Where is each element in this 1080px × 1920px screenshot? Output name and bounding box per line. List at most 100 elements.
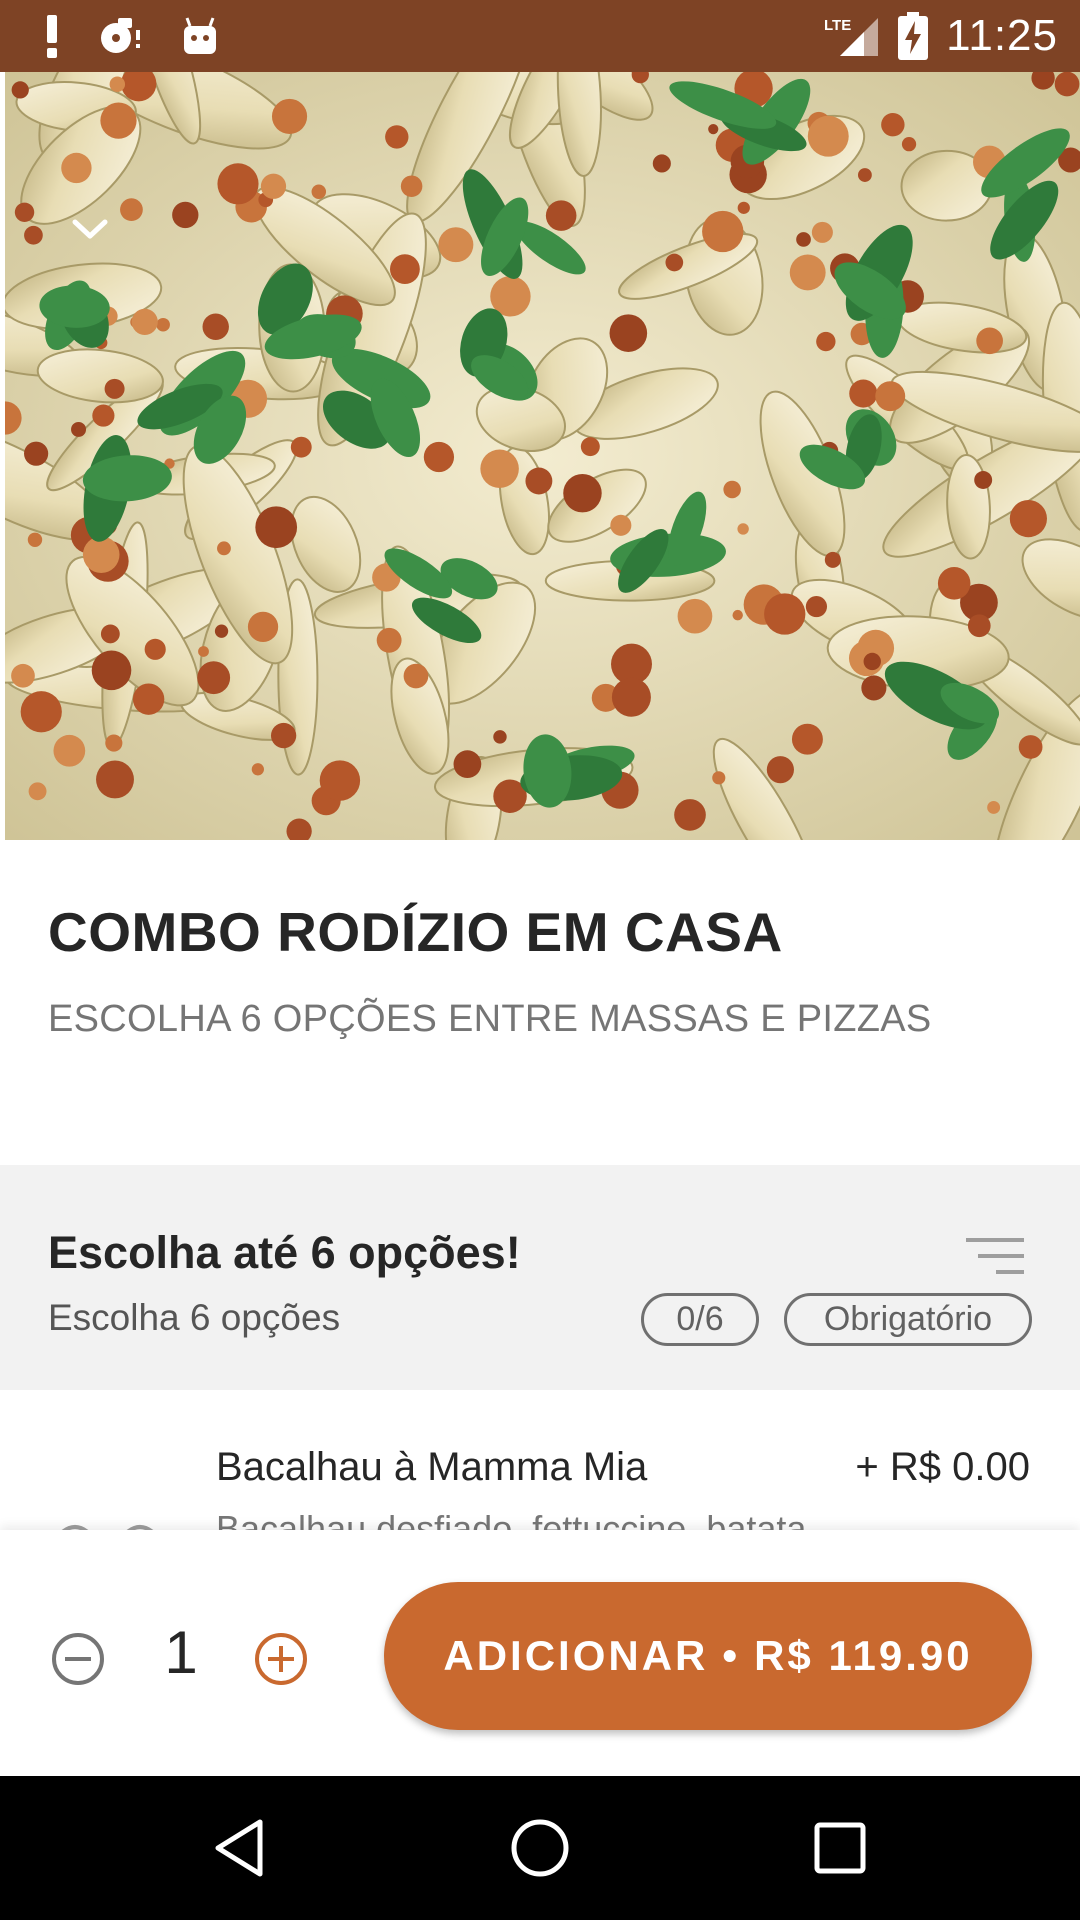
crumb: [732, 609, 743, 621]
option-group-subtitle: Escolha 6 opções: [48, 1297, 341, 1338]
crumb: [100, 624, 120, 644]
crumb: [863, 652, 881, 671]
crumb: [665, 253, 684, 272]
bottom-action-bar: 1 ADICIONAR • R$ 119.90: [0, 1530, 1080, 1776]
crumb: [875, 381, 906, 412]
plus-circle-icon[interactable]: [254, 1632, 308, 1686]
crumb: [27, 532, 43, 547]
crumb: [805, 595, 828, 618]
crumb: [737, 523, 749, 535]
crumb: [652, 154, 671, 173]
crumb: [789, 254, 826, 291]
signal-icon: LTE: [824, 17, 879, 56]
status-bar: LTE 11:25: [0, 0, 1080, 72]
crumb: [807, 115, 849, 157]
crumb: [712, 771, 726, 785]
add-button-price: R$ 119.90: [754, 1632, 973, 1679]
crumb: [389, 254, 420, 285]
add-to-cart-button[interactable]: ADICIONAR • R$ 119.90: [384, 1582, 1032, 1730]
crumb: [438, 227, 474, 263]
navigation-bar: [0, 1776, 1080, 1920]
crumb: [881, 112, 905, 137]
crumb: [132, 683, 165, 715]
crumb: [974, 471, 993, 489]
crumb: [737, 201, 750, 214]
crumb: [255, 506, 298, 549]
crumb: [677, 598, 713, 634]
android-icon: [184, 17, 216, 54]
add-button-separator: •: [722, 1632, 741, 1679]
product-info: COMBO RODÍZIO EM CASA ESCOLHA 6 OPÇÕES E…: [0, 840, 1080, 1165]
crumb: [525, 467, 553, 495]
option-name: Bacalhau à Mamma Mia: [216, 1445, 648, 1489]
option-description: Bacalhau desfiado, fettuccine, batata: [216, 1508, 807, 1530]
option-selector-icon[interactable]: [55, 1500, 165, 1530]
crumb: [271, 98, 308, 134]
status-notifications: [44, 10, 218, 62]
list-item[interactable]: Bacalhau à Mamma Mia + R$ 0.00 Bacalhau …: [0, 1390, 1080, 1530]
recent-apps-icon[interactable]: [804, 1812, 876, 1884]
crumb: [104, 378, 125, 399]
crumb: [270, 722, 297, 749]
crumb: [493, 730, 507, 744]
crumb: [824, 551, 841, 568]
option-group-header: Escolha até 6 opções! Escolha 6 opções 0…: [0, 1165, 1080, 1390]
crumb: [987, 801, 1001, 814]
crumb: [1018, 735, 1043, 759]
crumb: [251, 763, 264, 776]
crumb: [609, 314, 648, 352]
crumb: [319, 760, 361, 801]
crumb: [172, 201, 199, 229]
crumb: [144, 638, 166, 660]
crumb: [198, 646, 209, 657]
crumb: [24, 225, 43, 245]
crumb: [11, 663, 35, 688]
option-group-title: Escolha até 6 opções!: [48, 1227, 521, 1278]
crumb: [580, 437, 600, 457]
back-icon[interactable]: [204, 1812, 276, 1884]
crumb: [202, 313, 229, 340]
crumb: [14, 202, 35, 223]
crumb: [563, 473, 602, 513]
crumb: [61, 152, 92, 184]
chevron-down-icon[interactable]: [65, 210, 115, 250]
crumb: [423, 441, 455, 473]
crumb: [100, 102, 137, 139]
crumb: [247, 611, 279, 642]
crumb: [766, 756, 794, 784]
minus-circle-icon[interactable]: [51, 1632, 105, 1686]
required-badge: Obrigatório: [784, 1293, 1032, 1346]
crumb: [131, 308, 158, 335]
crumb: [816, 331, 836, 352]
crumb: [967, 614, 991, 638]
network-type: LTE: [824, 17, 851, 34]
crumb: [385, 125, 409, 149]
crumb: [217, 541, 231, 556]
crumb: [217, 163, 259, 205]
crumb: [400, 175, 423, 197]
product-description: ESCOLHA 6 OPÇÕES ENTRE MASSAS E PIZZAS: [48, 998, 932, 1040]
crumb: [120, 198, 143, 222]
product-image: [5, 72, 1080, 840]
crumb: [109, 76, 126, 92]
crumb: [610, 514, 632, 536]
selection-count-badge: 0/6: [641, 1293, 759, 1346]
filter-list-icon[interactable]: [966, 1235, 1024, 1277]
crumb: [92, 404, 115, 427]
crumb: [96, 760, 134, 799]
media-icon: [101, 18, 140, 53]
crumb: [290, 436, 312, 458]
crumb: [611, 677, 651, 717]
battery-charging-icon: [898, 12, 929, 60]
crumb: [764, 593, 806, 635]
crumb: [702, 210, 744, 253]
crumb: [71, 421, 87, 437]
alert-icon: [47, 15, 57, 58]
crumb: [105, 734, 123, 752]
home-icon[interactable]: [504, 1812, 576, 1884]
crumb: [24, 441, 49, 466]
crumb: [1054, 72, 1080, 97]
crumb: [82, 536, 120, 573]
crumb: [11, 81, 29, 99]
quantity-value: 1: [164, 1619, 198, 1686]
